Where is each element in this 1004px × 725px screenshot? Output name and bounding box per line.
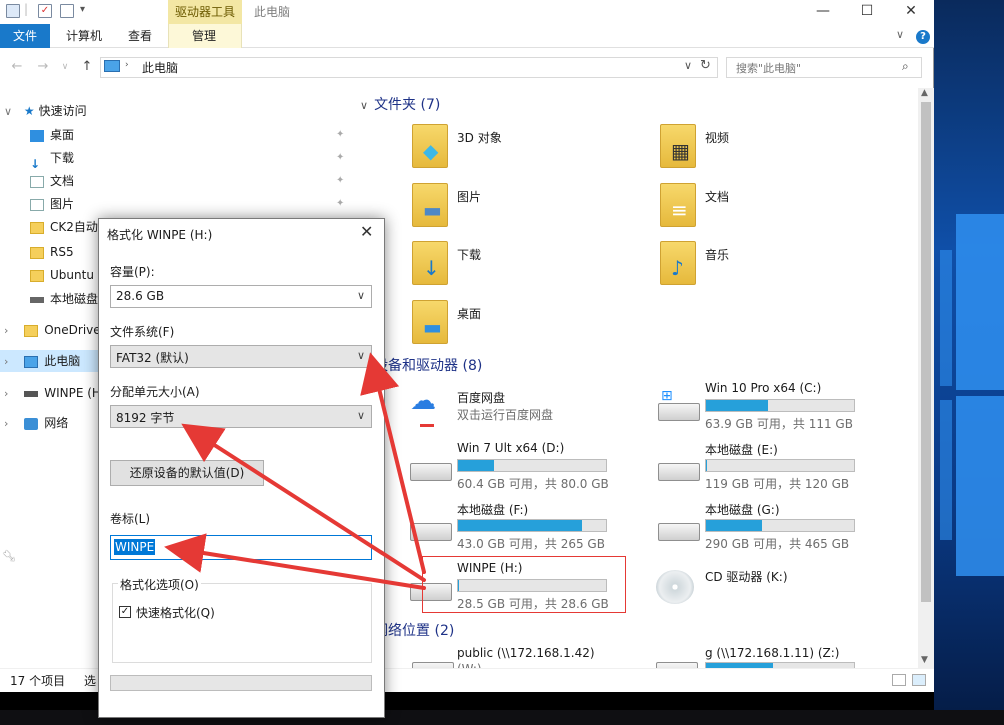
mouse-cursor-icon: ➷ — [2, 546, 18, 567]
arrow-to-filesystem — [360, 352, 426, 574]
annotation-arrows — [164, 352, 426, 590]
